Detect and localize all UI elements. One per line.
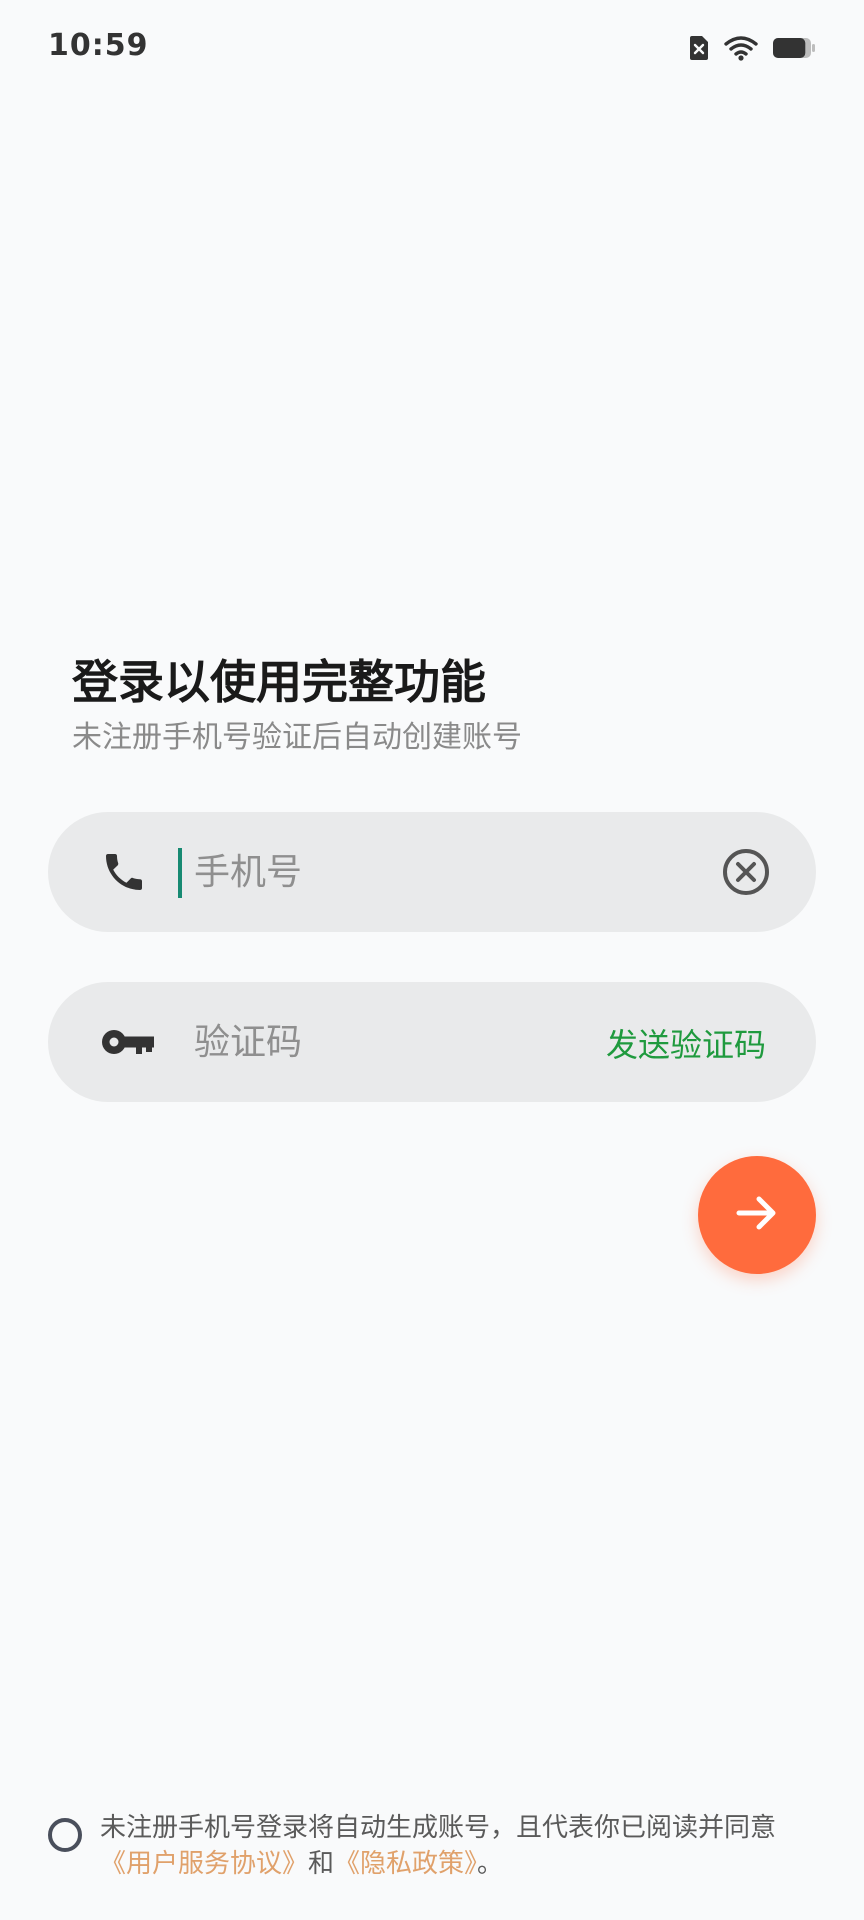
submit-button[interactable] [698,1156,816,1274]
key-icon [100,1018,154,1066]
sim-off-icon [688,34,710,62]
status-icons [688,30,816,66]
arrow-right-icon [731,1187,783,1243]
battery-icon [772,36,816,60]
terms-link[interactable]: 《用户服务协议》 [100,1849,308,1879]
agreement-connector: 和 [308,1849,335,1879]
phone-icon [100,848,148,896]
status-time: 10:59 [48,28,149,63]
page-title: 登录以使用完整功能 [72,655,486,709]
wifi-icon [724,35,758,61]
code-field[interactable]: 发送验证码 [48,982,816,1102]
phone-input[interactable] [194,842,694,902]
text-caret [178,848,182,898]
agreement-text: 未注册手机号登录将自动生成账号，且代表你已阅读并同意《用户服务协议》和《隐私政策… [100,1810,820,1882]
page-subtitle: 未注册手机号验证后自动创建账号 [72,720,522,755]
agreement-text-after: 。 [477,1849,504,1879]
clear-icon[interactable] [720,846,772,898]
agree-checkbox[interactable] [48,1818,82,1852]
privacy-link[interactable]: 《隐私政策》 [334,1849,477,1879]
code-input[interactable] [194,1012,494,1072]
send-code-button[interactable]: 发送验证码 [606,1020,766,1066]
status-bar: 10:59 [0,0,864,96]
agreement-text-before: 未注册手机号登录将自动生成账号，且代表你已阅读并同意 [100,1813,777,1843]
phone-field[interactable] [48,812,816,932]
